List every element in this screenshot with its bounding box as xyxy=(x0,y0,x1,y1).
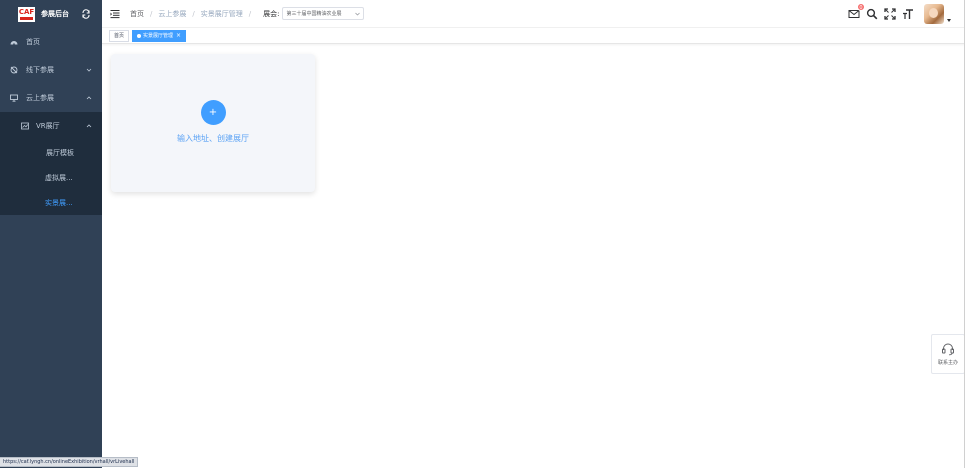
tag-label: 实景展厅管理 xyxy=(143,33,174,39)
breadcrumb-separator: / xyxy=(150,9,153,18)
chevron-down-icon xyxy=(86,68,92,72)
breadcrumb-current: 实景展厅管理 xyxy=(200,9,243,18)
plus-icon: + xyxy=(208,107,218,118)
sidebar-item-offline[interactable]: 线下参展 xyxy=(0,56,102,84)
sidebar: CAF 参展后台 首页 线下参展 云上参展 VR展厅 展厅模板 虚拟展... 实… xyxy=(0,0,102,468)
sidebar-item-label: 展厅模板 xyxy=(46,148,74,157)
create-hall-text: 输入地址、创建展厅 xyxy=(177,134,249,143)
fullscreen-icon xyxy=(884,8,896,20)
sidebar-item-hall-template[interactable]: 展厅模板 xyxy=(0,140,102,165)
breadcrumb: 首页 / 云上参展 / 实景展厅管理 / xyxy=(130,9,257,19)
breadcrumb-separator: / xyxy=(248,9,252,18)
font-size-button[interactable] xyxy=(902,8,914,20)
notification-badge: 0 xyxy=(857,3,865,11)
tags-view: 首页 实景展厅管理 × xyxy=(102,28,965,44)
search-icon xyxy=(866,8,878,20)
dashboard-icon xyxy=(10,41,18,45)
switch-icon[interactable] xyxy=(81,9,91,19)
sidebar-item-label: 云上参展 xyxy=(26,94,54,102)
add-hall-button[interactable]: + xyxy=(200,100,226,125)
main-area: 首页 / 云上参展 / 实景展厅管理 / 展会: 第三十届中国精油农业展 0 首… xyxy=(102,0,965,468)
sidebar-item-vr-hall[interactable]: VR展厅 xyxy=(0,112,102,140)
breadcrumb-online[interactable]: 云上参展 xyxy=(158,9,186,19)
tag-label: 首页 xyxy=(114,33,125,39)
chevron-down-icon xyxy=(355,12,361,16)
sidebar-item-virtual-hall[interactable]: 虚拟展... xyxy=(0,165,102,190)
notification-button[interactable]: 0 xyxy=(848,3,865,20)
sidebar-item-online[interactable]: 云上参展 xyxy=(0,84,102,112)
contact-label: 联系主办 xyxy=(937,360,958,366)
create-hall-card[interactable]: + 输入地址、创建展厅 xyxy=(111,54,315,192)
offline-icon xyxy=(10,66,18,74)
logo-text: CAF xyxy=(18,7,35,16)
monitor-icon xyxy=(10,94,18,102)
status-bar-url: https://caf.lyngh.cn/onlineExhibition/vr… xyxy=(0,457,139,467)
sidebar-item-label: 线下参展 xyxy=(26,66,54,74)
sidebar-item-label: 实景展... xyxy=(45,198,73,207)
submenu-online: VR展厅 展厅模板 虚拟展... 实景展... xyxy=(0,112,102,215)
breadcrumb-home[interactable]: 首页 xyxy=(130,9,144,19)
tag-live-hall[interactable]: 实景展厅管理 × xyxy=(132,29,187,42)
active-dot xyxy=(137,33,142,38)
fullscreen-button[interactable] xyxy=(884,8,896,20)
hamburger-icon[interactable] xyxy=(110,9,120,19)
headset-icon xyxy=(942,343,954,356)
page-content: + 输入地址、创建展厅 xyxy=(102,45,965,468)
chevron-up-icon xyxy=(86,96,92,100)
chart-icon xyxy=(21,122,29,130)
header-tools: 0 xyxy=(842,3,951,24)
brand-title: 参展后台 xyxy=(41,10,69,18)
sidebar-item-label: 首页 xyxy=(26,38,40,46)
brand-header: CAF 参展后台 xyxy=(0,0,102,28)
sidebar-item-home[interactable]: 首页 xyxy=(0,28,102,56)
sidebar-item-label: 虚拟展... xyxy=(45,173,73,182)
breadcrumb-separator: / xyxy=(192,9,195,18)
tag-home[interactable]: 首页 xyxy=(109,29,130,42)
sidebar-item-live-hall[interactable]: 实景展... xyxy=(0,190,102,215)
exhibit-select-value: 第三十届中国精油农业展 xyxy=(286,11,342,17)
sidebar-item-label: VR展厅 xyxy=(36,122,60,130)
caret-down-icon[interactable] xyxy=(947,18,951,22)
avatar[interactable] xyxy=(924,4,944,24)
caf-logo: CAF xyxy=(18,6,35,22)
contact-organizer-button[interactable]: 联系主办 xyxy=(931,334,965,374)
exhibit-select[interactable]: 第三十届中国精油农业展 xyxy=(282,7,365,20)
font-size-icon xyxy=(903,9,913,19)
search-button[interactable] xyxy=(866,8,878,20)
logo-bar xyxy=(20,16,33,20)
exhibit-label: 展会: xyxy=(263,9,280,18)
navbar: 首页 / 云上参展 / 实景展厅管理 / 展会: 第三十届中国精油农业展 0 xyxy=(102,0,965,28)
chevron-up-icon xyxy=(86,124,92,128)
close-icon[interactable]: × xyxy=(176,32,181,39)
app-root: CAF 参展后台 首页 线下参展 云上参展 VR展厅 展厅模板 虚拟展... 实… xyxy=(0,0,965,468)
